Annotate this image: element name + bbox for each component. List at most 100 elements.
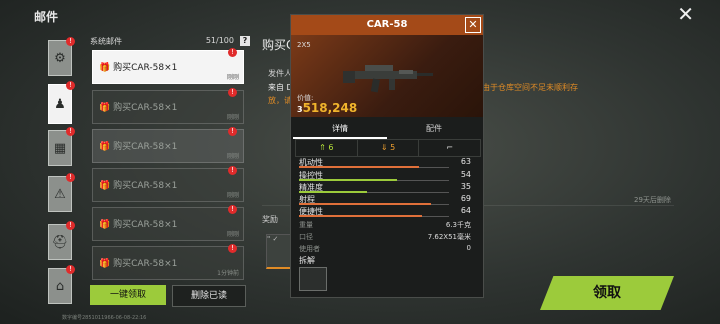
mail-item-time: 刚刚 bbox=[226, 114, 239, 121]
stat-up: ⇑ 6 bbox=[296, 140, 358, 156]
unread-badge: ! bbox=[228, 205, 237, 214]
stats-row: ⇑ 6 ⇓ 5 ⌐ bbox=[295, 139, 481, 157]
spec-row: 口径 7.62X51毫米 bbox=[299, 232, 475, 242]
attribute-value: 63 bbox=[460, 157, 471, 166]
category-tab-bag[interactable]: ⌂ ! bbox=[48, 265, 75, 304]
cubes-icon: ▦ bbox=[53, 140, 67, 156]
unread-badge: ! bbox=[228, 127, 237, 136]
spec-value: 7.62X51毫米 bbox=[427, 233, 471, 241]
attribute-row: 操控性 54 bbox=[299, 170, 475, 181]
mail-count: 51/100 bbox=[205, 36, 234, 45]
attribute-bar-fill bbox=[299, 166, 419, 168]
reward-slot-text: " ✓ bbox=[267, 235, 279, 243]
mail-sender: 发件人 bbox=[268, 69, 292, 78]
notification-badge: ! bbox=[66, 81, 75, 90]
item-size: 2X5 bbox=[297, 41, 311, 49]
notification-badge: ! bbox=[66, 221, 75, 230]
disassemble-label: 拆解 bbox=[299, 256, 315, 265]
spec-value: 6.3千克 bbox=[445, 221, 471, 229]
stat-down: ⇓ 5 bbox=[358, 140, 420, 156]
attribute-row: 精准度 35 bbox=[299, 182, 475, 193]
popup-tabs: 详情 配件 bbox=[293, 121, 481, 139]
spec-label: 使用者 bbox=[299, 245, 320, 253]
spec-label: 重量 bbox=[299, 221, 313, 229]
category-tab-warning[interactable]: ⚠ ! bbox=[48, 173, 75, 212]
unread-badge: ! bbox=[228, 166, 237, 175]
attribute-value: 69 bbox=[460, 194, 471, 203]
popup-title: CAR-58 bbox=[291, 15, 483, 35]
unread-badge: ! bbox=[228, 88, 237, 97]
disassemble-slot[interactable] bbox=[299, 267, 327, 291]
mail-item[interactable]: 🎁 购买CAR-58×1 1分钟前 ! bbox=[92, 244, 244, 280]
bag-icon: ⌂ bbox=[55, 278, 65, 294]
close-icon[interactable]: ✕ bbox=[677, 4, 694, 24]
tab-attachments[interactable]: 配件 bbox=[387, 121, 481, 137]
mail-body-line: 放，请 bbox=[268, 96, 292, 105]
notification-badge: ! bbox=[66, 173, 75, 182]
mail-item-time: 刚刚 bbox=[226, 192, 239, 199]
reward-label: 奖励 bbox=[262, 215, 278, 224]
tab-details[interactable]: 详情 bbox=[293, 121, 387, 139]
attribute-row: 便捷性 64 bbox=[299, 206, 475, 217]
spec-row: 使用者 0 bbox=[299, 244, 475, 254]
footer-id: 数字编号2851011966-06-08-22:16 bbox=[62, 315, 147, 321]
mail-item[interactable]: 🎁 购买CAR-58×1 刚刚 ! bbox=[92, 127, 244, 163]
spec-row: 重量 6.3千克 bbox=[299, 220, 475, 230]
mail-body-warning: 由于仓库空间不足未顺利存 bbox=[482, 83, 578, 92]
mail-list-title: 系统邮件 bbox=[90, 37, 122, 46]
claim-all-button[interactable]: 一键领取 bbox=[90, 285, 166, 305]
page-title: 邮件 bbox=[34, 10, 59, 24]
mail-item-title: 🎁 购买CAR-58×1 bbox=[99, 220, 178, 230]
attribute-bar-fill bbox=[299, 179, 397, 181]
poster-icon: ♟ bbox=[54, 96, 66, 112]
item-price: 3518,248 bbox=[297, 101, 358, 115]
mail-item[interactable]: 🎁 购买CAR-58×1 刚刚 ! bbox=[92, 205, 244, 241]
help-button[interactable]: ? bbox=[240, 36, 250, 46]
unread-badge: ! bbox=[228, 48, 237, 57]
stat-gun[interactable]: ⌐ bbox=[419, 140, 480, 156]
mail-item-time: 刚刚 bbox=[226, 74, 239, 81]
spec-value: 0 bbox=[466, 244, 471, 252]
attribute-value: 64 bbox=[460, 206, 471, 215]
mail-item-title: 🎁 购买CAR-58×1 bbox=[99, 63, 178, 73]
attribute-value: 35 bbox=[460, 182, 471, 191]
warning-icon: ⚠ bbox=[54, 186, 66, 202]
notification-badge: ! bbox=[66, 265, 75, 274]
mail-item-title: 🎁 购买CAR-58×1 bbox=[99, 142, 178, 152]
mail-item-title: 🎁 购买CAR-58×1 bbox=[99, 259, 178, 269]
category-tab-helmet[interactable]: ⛑ ! bbox=[48, 221, 75, 260]
attribute-row: 射程 69 bbox=[299, 194, 475, 205]
mail-item[interactable]: 🎁 购买CAR-58×1 刚刚 ! bbox=[92, 88, 244, 124]
notification-badge: ! bbox=[66, 37, 75, 46]
expire-text: 29天后删除 bbox=[634, 196, 671, 204]
mail-item[interactable]: 🎁 购买CAR-58×1 刚刚 ! bbox=[92, 166, 244, 202]
gun-icon: ⌐ bbox=[446, 143, 454, 152]
chevrons-down-icon: ⇓ bbox=[380, 143, 388, 152]
rifle-icon bbox=[343, 65, 433, 93]
delete-read-button[interactable]: 删除已读 bbox=[172, 285, 246, 307]
mail-item-time: 刚刚 bbox=[226, 231, 239, 238]
category-tab-poster[interactable]: ♟ ! bbox=[48, 81, 75, 124]
item-detail-popup: CAR-58 ✕ 2X5 价值: 3518,248 详情 配件 ⇑ 6 ⇓ 5 … bbox=[290, 14, 484, 298]
mail-item-title: 🎁 购买CAR-58×1 bbox=[99, 181, 178, 191]
notification-badge: ! bbox=[66, 127, 75, 136]
mail-item[interactable]: 🎁 购买CAR-58×1 刚刚 ! bbox=[92, 48, 244, 84]
mail-body-line: 来自 D bbox=[268, 83, 293, 92]
mail-item-title: 🎁 购买CAR-58×1 bbox=[99, 103, 178, 113]
mail-list-header: 系统邮件 51/100 ? bbox=[90, 36, 256, 47]
chevrons-up-icon: ⇑ bbox=[319, 143, 326, 152]
mail-item-time: 刚刚 bbox=[226, 153, 239, 160]
claim-button[interactable]: 领取 bbox=[540, 276, 674, 310]
helmet-icon: ⛑ bbox=[51, 234, 69, 250]
mail-item-time: 1分钟前 bbox=[217, 270, 239, 277]
gear-icon: ⚙ bbox=[54, 50, 66, 66]
category-tab-settings[interactable]: ⚙ ! bbox=[48, 37, 75, 76]
attribute-row: 机动性 63 bbox=[299, 157, 475, 168]
spec-label: 口径 bbox=[299, 233, 313, 241]
close-icon[interactable]: ✕ bbox=[465, 17, 481, 33]
category-tab-cubes[interactable]: ▦ ! bbox=[48, 127, 75, 166]
attribute-bar-fill bbox=[299, 215, 422, 217]
attribute-bar-fill bbox=[299, 203, 431, 205]
unread-badge: ! bbox=[228, 244, 237, 253]
attribute-bar-fill bbox=[299, 191, 367, 193]
